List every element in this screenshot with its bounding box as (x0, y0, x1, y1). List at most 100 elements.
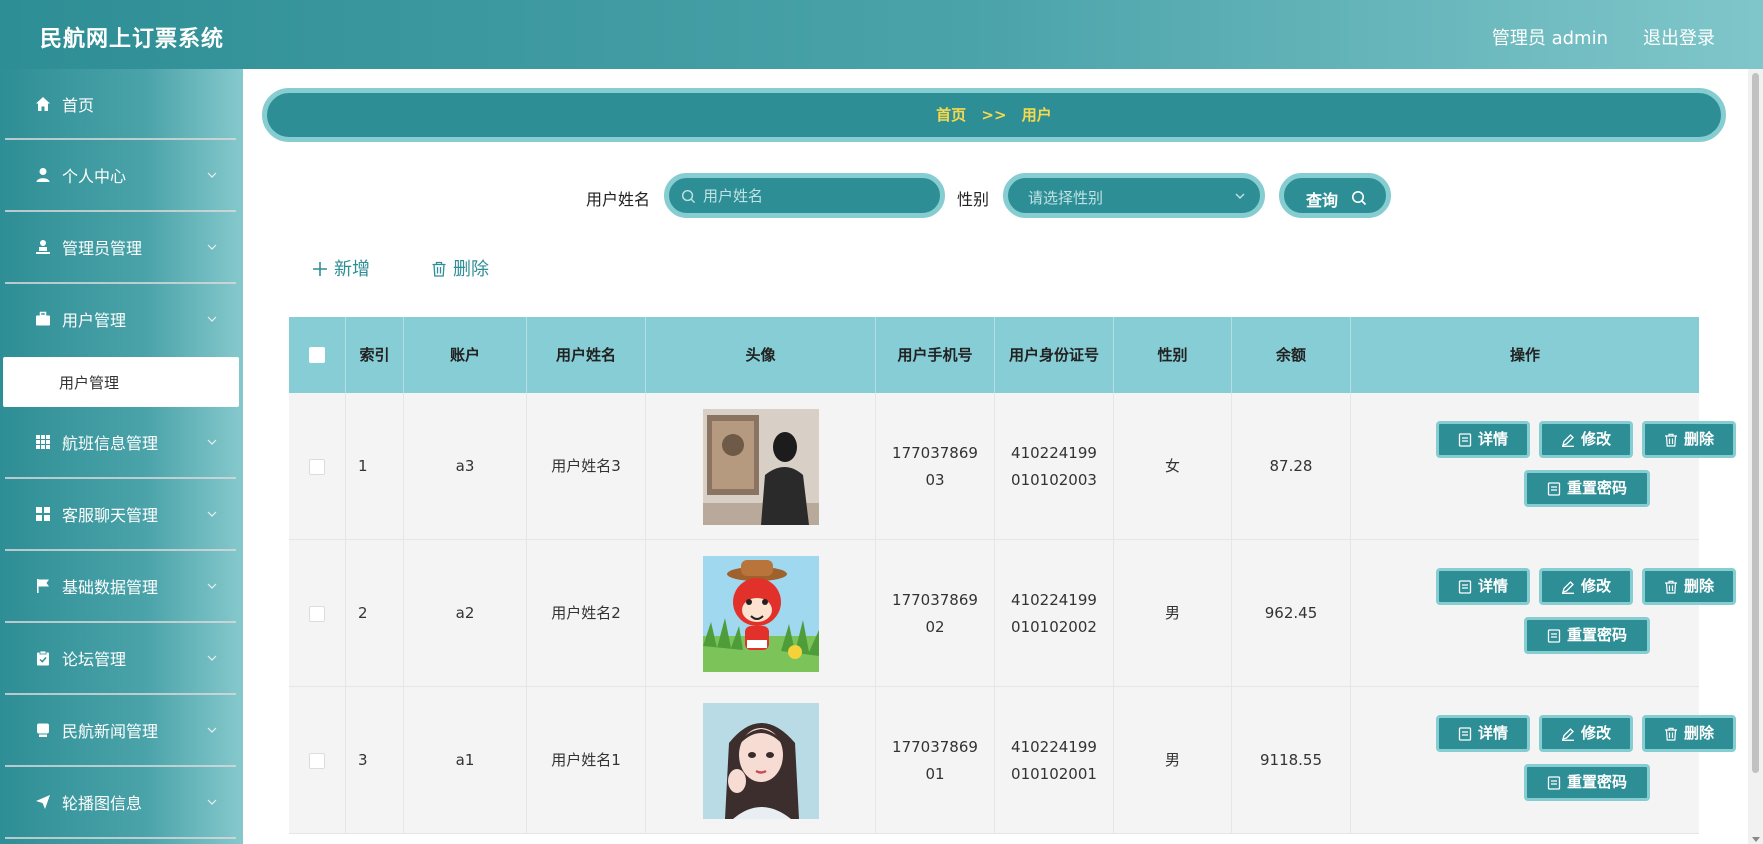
row-checkbox-cell (289, 540, 346, 687)
chevron-down-icon (207, 244, 217, 250)
sidebar-item-user-management[interactable]: 用户管理 (5, 284, 236, 354)
detail-button[interactable]: 详情 (1436, 568, 1530, 605)
sidebar-item-label: 航班信息管理 (62, 434, 159, 453)
page-scrollbar[interactable] (1748, 69, 1763, 844)
table-row: 3 a1 用户姓名1 17703786901 41022419901010200… (289, 687, 1736, 834)
chevron-down-icon (1235, 193, 1245, 199)
batch-delete-button[interactable]: 删除 (431, 255, 489, 281)
pencil-icon (1561, 580, 1574, 594)
gender-select-label: 性别 (957, 190, 990, 209)
cell-balance: 9118.55 (1232, 687, 1351, 834)
reset-password-button-label: 重置密码 (1566, 773, 1627, 792)
sidebar-item-label: 用户管理 (62, 311, 127, 330)
table-header: 索引 账户 用户姓名 头像 用户手机号 用户身份证号 性别 余额 操作 (289, 317, 1699, 393)
pencil-icon (1561, 727, 1574, 741)
batch-delete-button-label: 删除 (453, 259, 489, 280)
reset-password-button-label: 重置密码 (1566, 626, 1627, 645)
submenu-item-label: 用户管理 (59, 374, 120, 392)
detail-button-label: 详情 (1477, 724, 1508, 743)
name-search-field[interactable] (664, 173, 945, 218)
app-title: 民航网上订票系统 (40, 27, 225, 52)
sidebar-item-label: 管理员管理 (62, 239, 143, 258)
sidebar-item-label: 民航新闻管理 (62, 722, 159, 741)
column-header-balance: 余额 (1232, 317, 1351, 393)
sidebar-item-flight-management[interactable]: 航班信息管理 (5, 407, 236, 477)
name-search-label: 用户姓名 (586, 190, 651, 209)
cell-name: 用户姓名1 (527, 687, 646, 834)
add-button[interactable]: 新增 (312, 255, 370, 281)
reset-password-button[interactable]: 重置密码 (1524, 764, 1650, 801)
delete-button-label: 删除 (1683, 577, 1714, 596)
sidebar-item-personal-center[interactable]: 个人中心 (5, 140, 236, 210)
avatar[interactable] (702, 702, 819, 819)
scroll-down-arrow-icon[interactable] (1752, 837, 1760, 842)
sidebar-item-label: 个人中心 (62, 167, 127, 186)
table-row: 2 a2 用户姓名2 17703786902 41022419901010200… (289, 540, 1736, 687)
sidebar-item-home[interactable]: 首页 (5, 69, 236, 139)
delete-button[interactable]: 删除 (1642, 421, 1736, 458)
delete-button[interactable]: 删除 (1642, 568, 1736, 605)
sidebar-item-news-management[interactable]: 民航新闻管理 (5, 695, 236, 765)
select-all-checkbox[interactable] (309, 347, 325, 363)
edit-button-label: 修改 (1580, 577, 1611, 596)
avatar[interactable] (702, 408, 819, 525)
sidebar-item-base-data[interactable]: 基础数据管理 (5, 551, 236, 621)
sidebar-item-admin-management[interactable]: 管理员管理 (5, 212, 236, 282)
column-header-name: 用户姓名 (527, 317, 646, 393)
edit-button[interactable]: 修改 (1539, 421, 1633, 458)
column-header-actions: 操作 (1509, 346, 1540, 364)
gender-select[interactable]: 请选择性别 (1003, 173, 1265, 218)
row-checkbox[interactable] (309, 752, 325, 769)
reset-password-button[interactable]: 重置密码 (1524, 617, 1650, 654)
cell-phone: 17703786901 (876, 687, 995, 834)
sidebar-item-label: 首页 (62, 96, 95, 115)
edit-button[interactable]: 修改 (1539, 568, 1633, 605)
reset-password-button[interactable]: 重置密码 (1524, 470, 1650, 507)
edit-button[interactable]: 修改 (1539, 715, 1633, 752)
clipboard-icon (37, 650, 49, 666)
news-icon (37, 723, 49, 737)
cell-name: 用户姓名2 (527, 540, 646, 687)
admin-icon (36, 240, 50, 254)
logout-button[interactable]: 退出登录 (1643, 24, 1715, 50)
sidebar-item-forum-management[interactable]: 论坛管理 (5, 623, 236, 693)
submenu-item-user-management[interactable]: 用户管理 (3, 357, 239, 407)
sidebar-item-chat-management[interactable]: 客服聊天管理 (5, 479, 236, 549)
row-checkbox-cell (289, 687, 346, 834)
search-icon (1352, 191, 1367, 206)
cell-actions: 详情 修改 删除 重置密码 (1351, 540, 1736, 687)
cell-id-card: 410224199010102003 (995, 393, 1114, 540)
query-button[interactable]: 查询 (1279, 173, 1391, 218)
breadcrumb-home[interactable]: 首页 (936, 106, 966, 124)
plus-icon (313, 262, 327, 276)
add-button-label: 新增 (334, 259, 370, 280)
sidebar-item-label: 客服聊天管理 (62, 506, 159, 525)
chevron-down-icon (207, 727, 217, 733)
row-checkbox[interactable] (309, 458, 325, 475)
delete-button[interactable]: 删除 (1642, 715, 1736, 752)
cell-actions: 详情 修改 删除 重置密码 (1351, 393, 1736, 540)
document-icon (1458, 726, 1472, 741)
name-search-input[interactable] (703, 186, 923, 206)
column-header-account: 账户 (404, 317, 527, 393)
detail-button[interactable]: 详情 (1436, 421, 1530, 458)
row-checkbox[interactable] (309, 605, 325, 622)
apps-icon (36, 507, 50, 521)
sidebar-divider (5, 837, 236, 839)
cell-phone: 17703786903 (876, 393, 995, 540)
breadcrumb-current: 用户 (1021, 106, 1052, 124)
breadcrumb-separator: >> (981, 106, 1007, 124)
scrollbar-thumb[interactable] (1752, 73, 1759, 773)
avatar[interactable] (702, 555, 819, 672)
sidebar-item-label: 基础数据管理 (62, 578, 159, 597)
sidebar-item-carousel-info[interactable]: 轮播图信息 (5, 767, 236, 837)
gender-select-placeholder: 请选择性别 (1028, 189, 1104, 207)
detail-button[interactable]: 详情 (1436, 715, 1530, 752)
column-header-id-card: 用户身份证号 (995, 317, 1114, 393)
cell-index: 1 (346, 393, 404, 540)
sidebar: 首页 个人中心 管理员管理 用户管理 用户管理 航班信息管理 客服聊天管理 基础… (0, 69, 243, 844)
cell-account: a1 (404, 687, 527, 834)
current-user: 管理员 admin (1491, 28, 1608, 49)
trash-icon (1664, 727, 1677, 741)
cell-index: 2 (346, 540, 404, 687)
